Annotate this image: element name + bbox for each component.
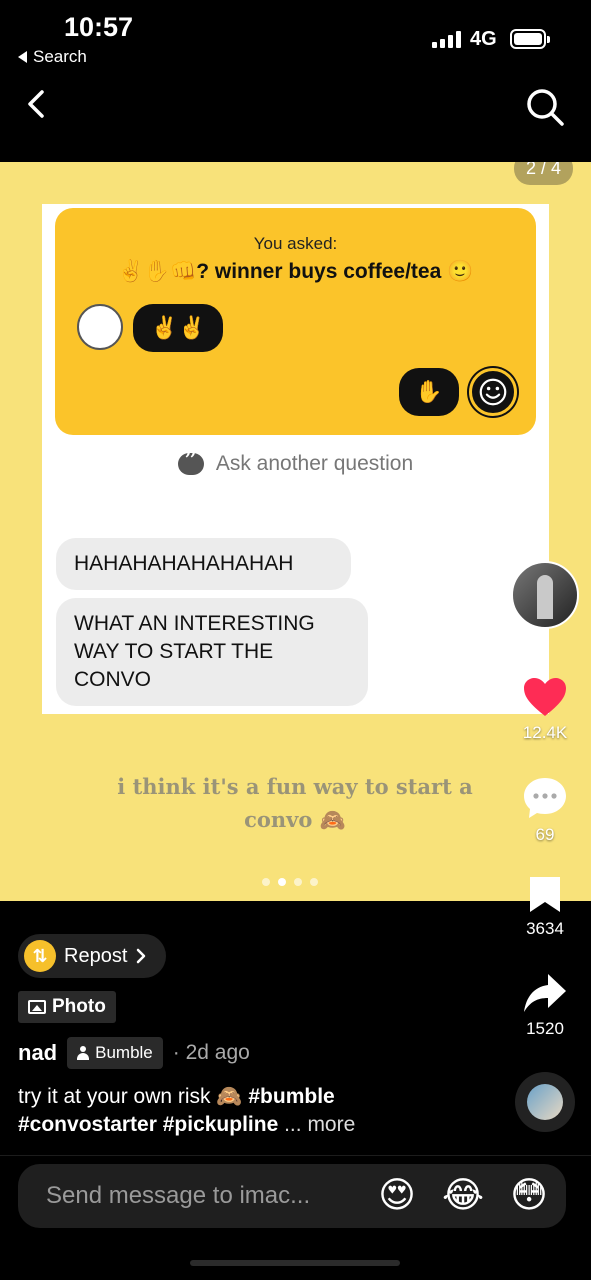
battery-icon [510, 29, 550, 49]
you-asked-label: You asked: [253, 234, 338, 253]
comment-count: 69 [535, 825, 555, 844]
heart-icon [524, 678, 566, 716]
message-bar[interactable]: Send message to imac... 😍 😂 😳 [18, 1164, 566, 1228]
post-photo[interactable]: 2 / 4 You asked: ✌️✋👊? winner buys coffe… [0, 162, 591, 901]
creator-avatar[interactable] [511, 561, 579, 629]
ask-another-question: Ask another question [42, 447, 549, 477]
bookmark-button[interactable]: 3634 [510, 874, 580, 939]
carousel-dot-active [278, 878, 286, 886]
chevron-right-icon [137, 948, 146, 964]
photo-tag-label: Photo [52, 996, 106, 1017]
more-link[interactable]: ... more [278, 1113, 355, 1136]
share-button[interactable]: 1520 [510, 972, 580, 1039]
status-time: 10:57 [64, 12, 134, 42]
author-name[interactable]: nad [18, 1040, 57, 1066]
back-triangle-icon [18, 51, 27, 63]
network-type: 4G [470, 28, 497, 50]
repost-button[interactable]: ⇅ Repost [18, 934, 166, 978]
share-arrow-icon [524, 974, 566, 1012]
like-button[interactable]: 12.4K [510, 676, 580, 743]
quote-icon [177, 447, 204, 477]
smile-icon [469, 368, 517, 416]
comment-button[interactable]: 69 [510, 776, 580, 845]
carousel-dot [262, 878, 270, 886]
repost-icon: ⇅ [24, 940, 56, 972]
back-to-search[interactable]: Search [18, 47, 87, 67]
emoji-flushed[interactable]: 😳 [506, 1173, 552, 1219]
bookmark-count: 3634 [526, 919, 564, 938]
search-icon[interactable] [522, 84, 566, 128]
like-count: 12.4K [522, 723, 568, 742]
carousel-dots [262, 878, 318, 886]
post-time: · 2d ago [172, 1041, 250, 1064]
author-row: nad Bumble · 2d ago [18, 1037, 250, 1069]
sound-disc[interactable] [515, 1072, 575, 1132]
emoji-heart-eyes[interactable]: 😍 [374, 1173, 420, 1219]
photo-icon [28, 1000, 46, 1014]
ask-another-label: Ask another question [215, 452, 414, 475]
photo-caption: i think it's a fun way to start a convo … [117, 774, 473, 832]
question-game-panel: You asked: ✌️✋👊? winner buys coffee/tea … [55, 208, 536, 435]
home-indicator [190, 1260, 400, 1266]
comment-icon [524, 778, 566, 818]
post-description: try it at your own risk 🙈 #bumble #convo… [18, 1083, 438, 1139]
description-text: try it at your own risk 🙈 [18, 1085, 249, 1108]
sound-disc-artwork [527, 1084, 563, 1120]
signal-icon [432, 31, 461, 48]
divider [0, 1155, 591, 1156]
repost-label: Repost [64, 944, 128, 967]
match-avatar [77, 304, 123, 350]
status-bar: 10:57 Search 4G [0, 0, 591, 72]
question-text: ✌️✋👊? winner buys coffee/tea 🙂 [117, 260, 474, 283]
photo-tag: Photo [18, 991, 116, 1023]
label-badge[interactable]: Bumble [67, 1037, 163, 1069]
message-input[interactable]: Send message to imac... [46, 1182, 354, 1210]
emoji-tears-of-joy[interactable]: 😂 [440, 1173, 486, 1219]
back-to-search-label: Search [33, 47, 87, 66]
my-answer-bubble: ✋ [399, 368, 459, 416]
their-answer-bubble: ✌️✌️ [133, 304, 223, 352]
back-arrow-icon[interactable] [18, 84, 58, 124]
carousel-dot [294, 878, 302, 886]
share-count: 1520 [526, 1019, 564, 1038]
page-counter: 2 / 4 [513, 162, 573, 185]
bookmark-icon [530, 877, 560, 912]
bumble-screenshot: You asked: ✌️✋👊? winner buys coffee/tea … [42, 204, 549, 714]
person-icon [77, 1046, 90, 1060]
label-badge-text: Bumble [95, 1043, 153, 1062]
carousel-dot [310, 878, 318, 886]
chat-message: WHAT AN INTERESTING WAY TO START THE CON… [56, 598, 368, 706]
chat-message: HAHAHAHAHAHAHAH [56, 538, 351, 590]
